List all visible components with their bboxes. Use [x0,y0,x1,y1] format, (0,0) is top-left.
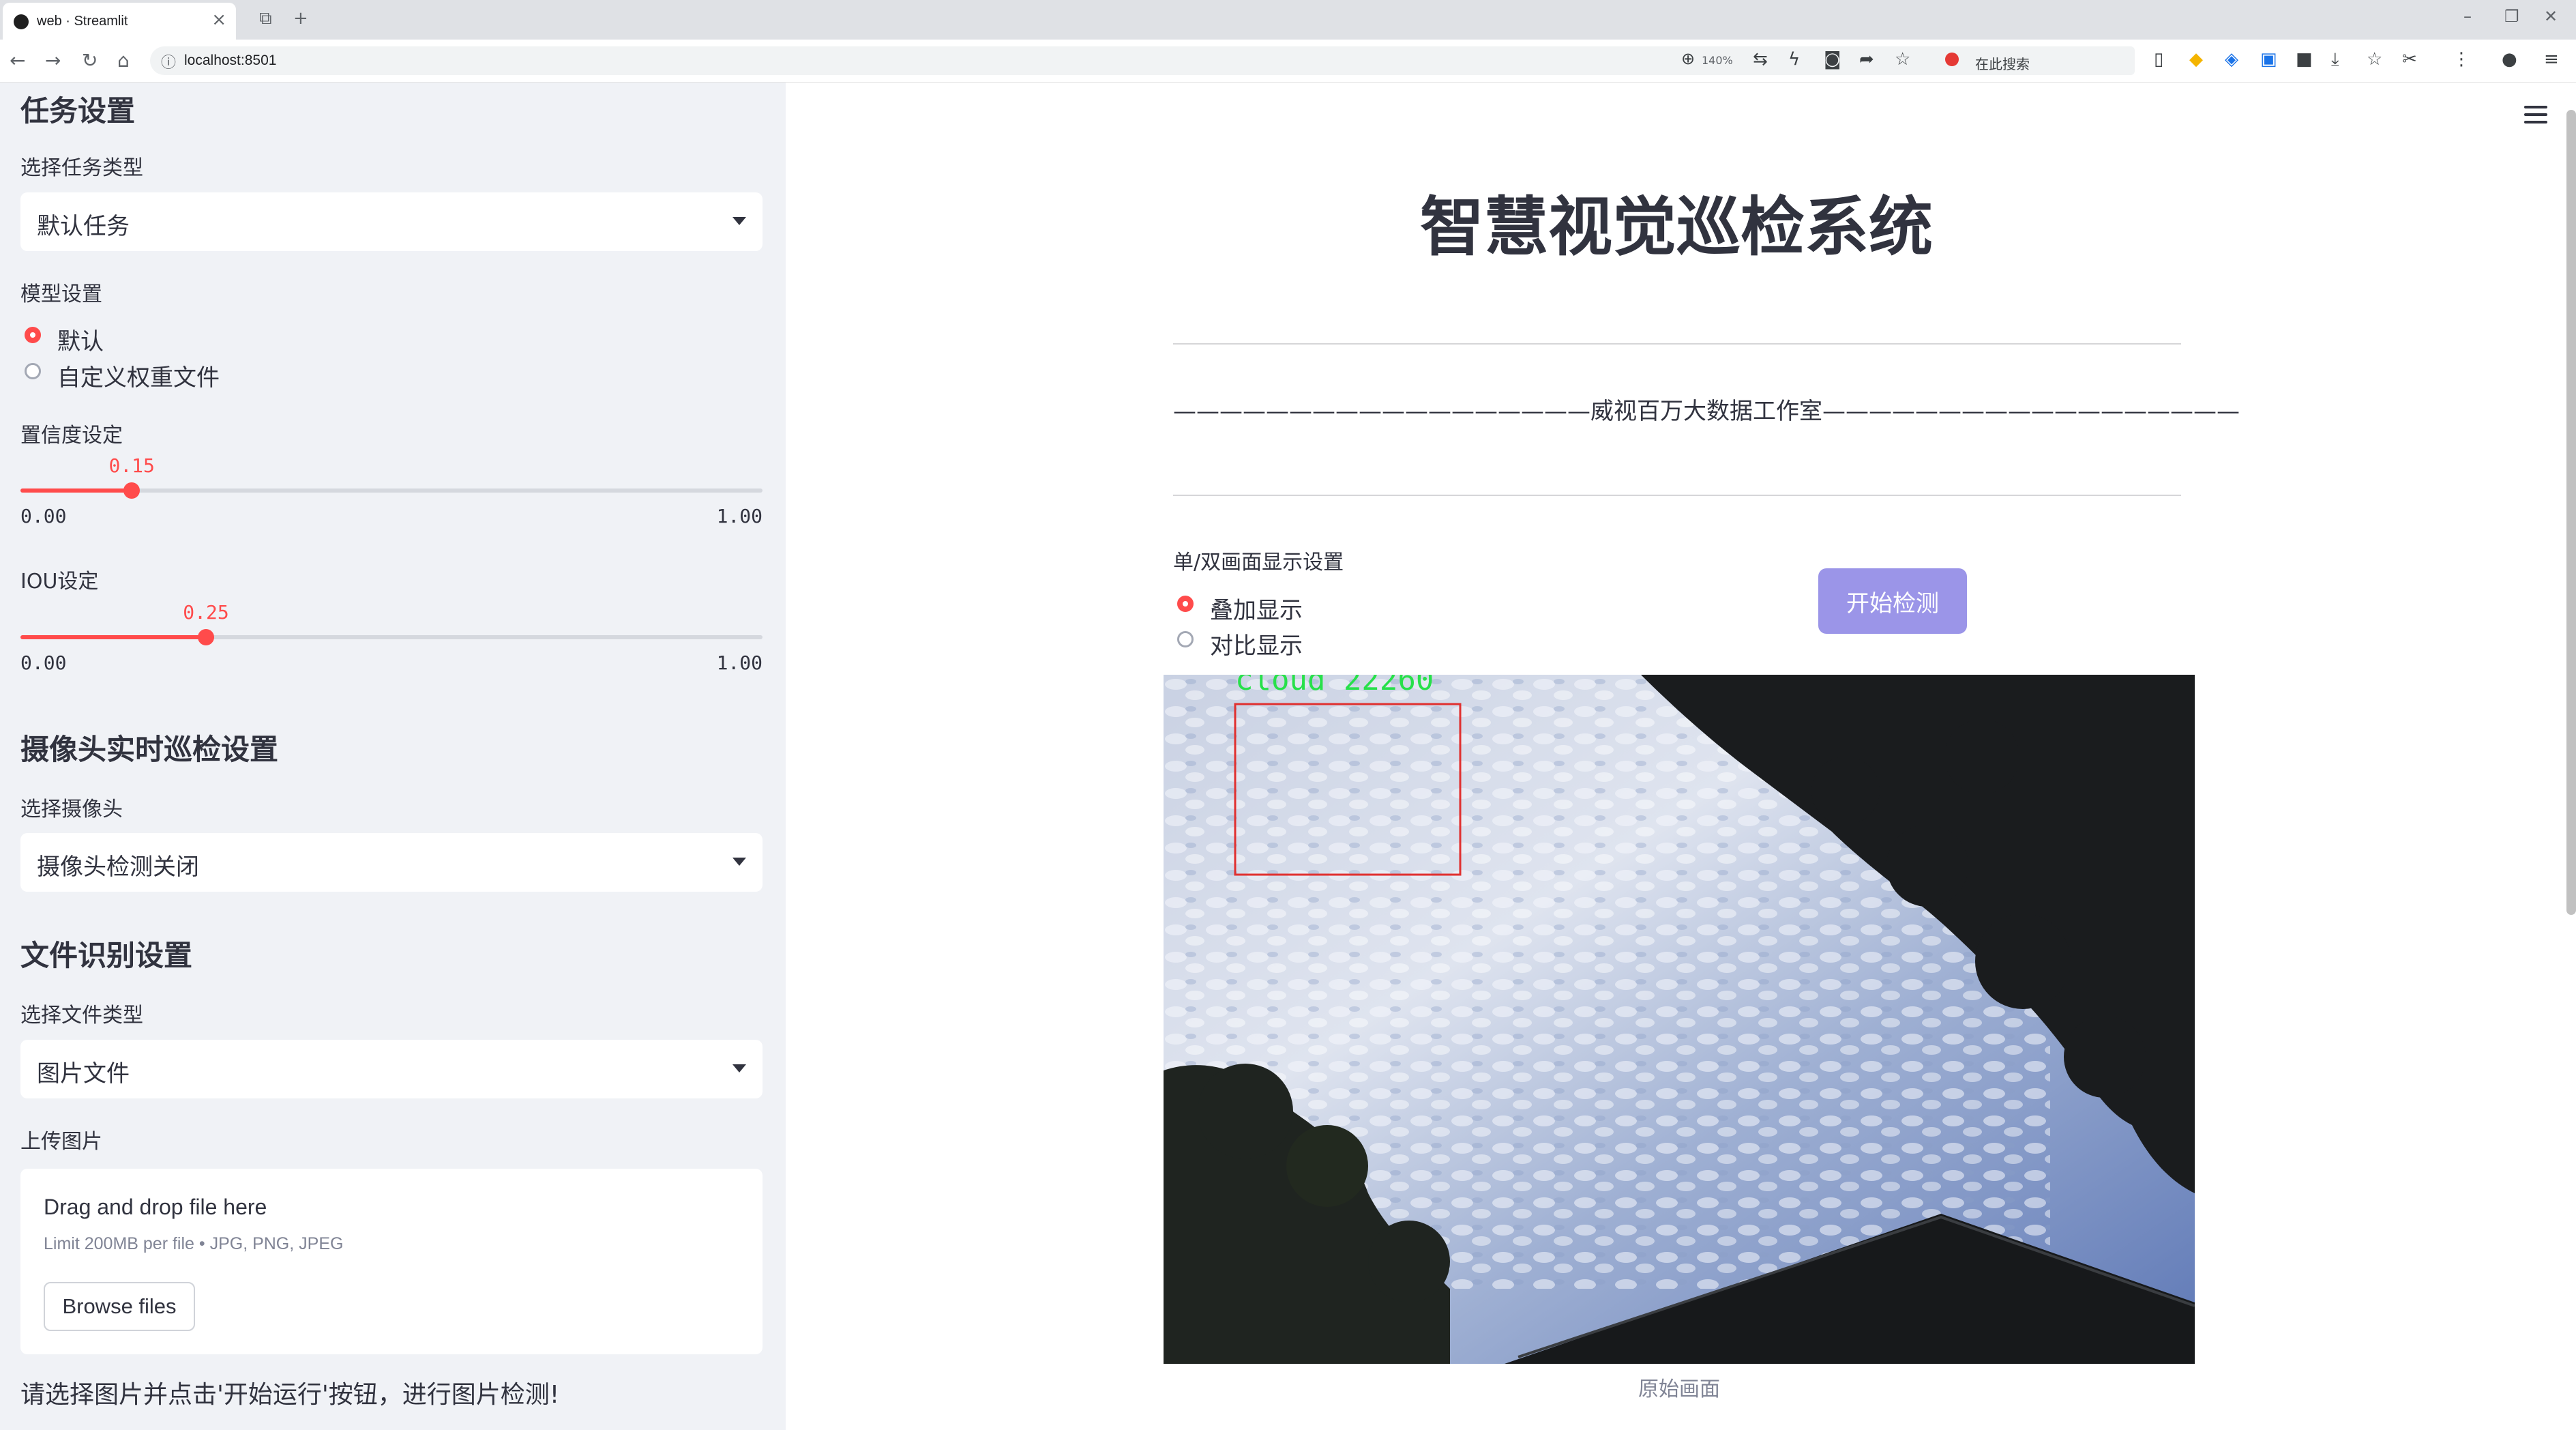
chevron-down-icon [732,858,746,866]
page-title: 智慧视觉巡检系统 [1419,190,1933,265]
profile-avatar-icon[interactable]: ● [2502,49,2517,70]
cut-icon[interactable]: ✂ [2402,49,2417,70]
browser-tab-bar: web · Streamlit × ⧉ + – ❐ ✕ [0,0,2576,40]
more-icon[interactable]: ⋮ [2453,49,2470,70]
streamlit-favicon-icon [14,14,29,29]
iou-label: IOU设定 [20,570,99,594]
extension-icon[interactable]: ◆ [2189,49,2203,70]
radio-label: 对比显示 [1210,632,1303,660]
radio-label: 默认 [57,328,104,355]
divider [1173,343,2181,345]
upload-limit-text: Limit 200MB per file • JPG, PNG, JPEG [44,1234,344,1253]
slider-fill [20,635,206,639]
new-tab-icon[interactable]: + [293,8,308,29]
back-icon[interactable]: ← [10,49,25,72]
minimize-icon[interactable]: – [2463,7,2472,26]
slider-current-value: 0.15 [108,454,155,477]
slider-max: 1.00 [716,652,763,674]
chevron-down-icon [732,1064,746,1072]
browser-tab[interactable]: web · Streamlit × [3,3,236,40]
detection-image: cloud 22260 [1164,675,2195,1364]
iou-slider[interactable]: 0.25 0.00 1.00 [20,601,763,674]
slider-fill [20,488,132,493]
model-settings-label: 模型设置 [20,282,102,306]
slider-max: 1.00 [716,505,763,527]
search-box[interactable]: 在此搜索 [1937,46,2135,75]
zoom-level[interactable]: 140% [1702,54,1733,67]
drag-drop-text: Drag and drop file here [44,1195,267,1219]
slider-thumb[interactable] [123,482,140,499]
extension-2-icon[interactable]: ◈ [2225,49,2238,70]
image-caption: 原始画面 [1638,1377,1720,1401]
bookmark-star-icon[interactable]: ☆ [1895,49,1910,70]
menu-icon[interactable]: ≡ [2544,49,2559,70]
zoom-icon[interactable]: ⊕ [1681,49,1695,68]
hamburger-menu-icon[interactable] [2524,106,2547,128]
camera-value: 摄像头检测关闭 [37,853,199,881]
file-type-label: 选择文件类型 [20,1004,143,1027]
site-info-icon[interactable]: ⓘ [161,50,176,72]
sky-photo: cloud 22260 [1164,675,2195,1364]
search-placeholder: 在此搜索 [1975,56,2030,72]
camera-settings-title: 摄像头实时巡检设置 [20,733,279,766]
file-type-select[interactable]: 图片文件 [20,1040,763,1098]
extension-3-icon[interactable]: ▣ [2260,49,2277,70]
detection-label: cloud 22260 [1235,675,1434,697]
radio-label: 自定义权重文件 [57,364,220,392]
radio-unselected-icon[interactable] [25,363,41,379]
radio-selected-icon[interactable] [1177,596,1194,612]
display-mode-label: 单/双画面显示设置 [1173,551,1344,574]
camera-label: 选择摄像头 [20,798,123,821]
lightning-icon[interactable]: ϟ [1788,49,1800,70]
extension-4-icon[interactable]: ■ [2296,49,2313,70]
main-content: 智慧视觉巡检系统 ——————————————————威视百万大数据工作室———… [786,83,2576,1430]
favorites-icon[interactable]: ☆ [2367,49,2382,70]
sidebar: 任务设置 选择任务类型 默认任务 模型设置 默认 自定义权重文件 置信度设定 0… [0,83,786,1430]
slider-thumb[interactable] [198,629,214,645]
slider-current-value: 0.25 [183,601,229,624]
upload-hint-text: 请选择图片并点击'开始运行'按钮，进行图片检测! [20,1381,560,1409]
translate-icon[interactable]: ⇆ [1753,49,1768,70]
scrollbar[interactable] [2566,110,2576,915]
file-uploader-dropzone[interactable]: Drag and drop file here Limit 200MB per … [20,1169,763,1354]
address-bar[interactable]: ⓘ localhost:8501 ⊕ 140% ⇆ ϟ ◙ ➦ ☆ [150,46,2114,75]
search-engine-icon[interactable] [1945,53,1959,66]
close-window-icon[interactable]: ✕ [2544,7,2558,26]
home-icon[interactable]: ⌂ [117,49,130,72]
confidence-label: 置信度设定 [20,424,123,448]
url-text[interactable]: localhost:8501 [184,53,276,69]
tab-groups-icon[interactable]: ⧉ [259,8,272,29]
task-settings-title: 任务设置 [20,94,136,128]
phone-icon[interactable]: ▯ [2154,49,2163,70]
reload-icon[interactable]: ↻ [82,49,98,72]
slider-min: 0.00 [20,652,67,674]
confidence-slider[interactable]: 0.15 0.00 1.00 [20,454,763,527]
slider-min: 0.00 [20,505,67,527]
radio-selected-icon[interactable] [25,327,41,343]
divider [1173,495,2181,496]
file-settings-title: 文件识别设置 [20,939,193,972]
task-type-select[interactable]: 默认任务 [20,192,763,251]
download-icon[interactable]: ⤓ [2331,49,2339,70]
chevron-down-icon [732,217,746,225]
screenshot-icon[interactable]: ◙ [1824,49,1841,70]
studio-subtitle: ——————————————————威视百万大数据工作室————————————… [1173,398,2240,425]
upload-label: 上传图片 [20,1130,102,1154]
tab-title: web · Streamlit [37,14,128,29]
radio-label: 叠加显示 [1210,597,1303,624]
task-type-label: 选择任务类型 [20,156,143,180]
camera-select[interactable]: 摄像头检测关闭 [20,833,763,892]
close-tab-icon[interactable]: × [211,10,226,30]
forward-icon[interactable]: → [45,49,61,72]
task-type-value: 默认任务 [37,213,130,240]
file-type-value: 图片文件 [37,1060,130,1088]
restore-icon[interactable]: ❐ [2504,7,2519,26]
share-icon[interactable]: ➦ [1859,49,1874,70]
radio-unselected-icon[interactable] [1177,631,1194,647]
browser-nav-bar: ← → ↻ ⌂ ⓘ localhost:8501 ⊕ 140% ⇆ ϟ ◙ ➦ … [0,40,2576,83]
start-detection-button[interactable]: 开始检测 [1818,568,1967,634]
browse-files-button[interactable]: Browse files [44,1282,195,1331]
